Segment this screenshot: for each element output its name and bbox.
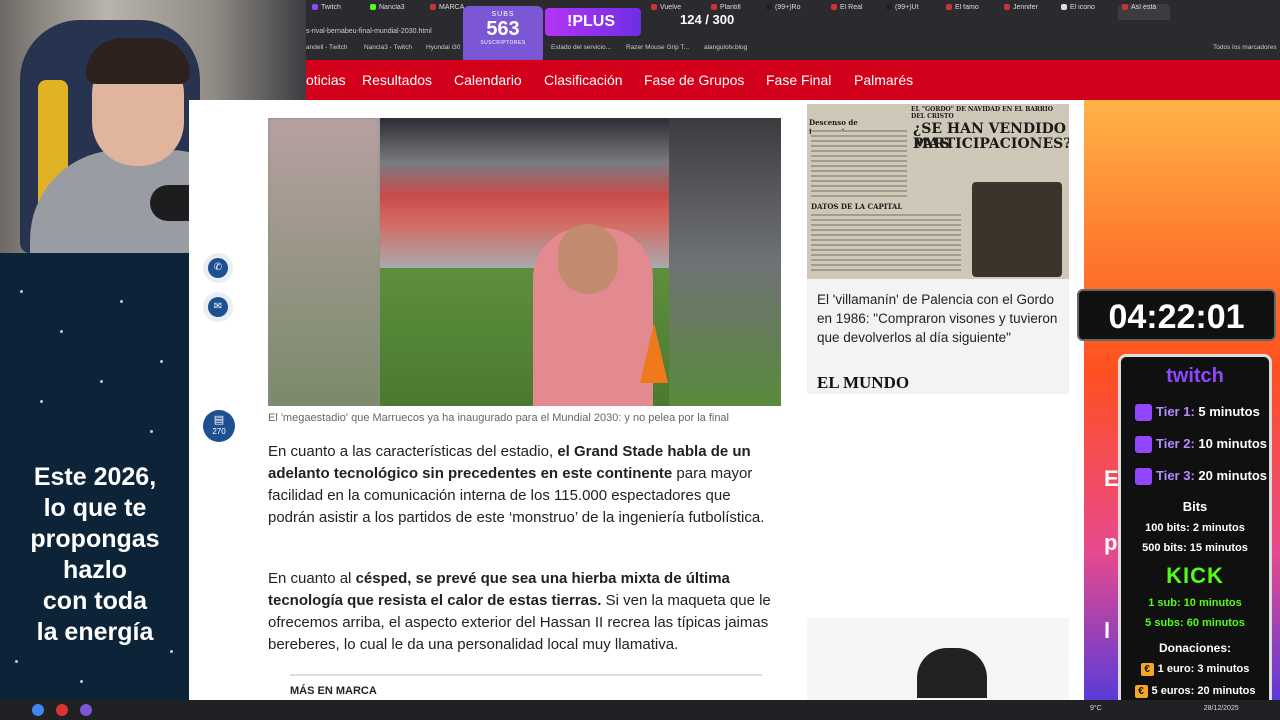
nav-item-fase-final[interactable]: Fase Final bbox=[766, 72, 831, 88]
browser-tab[interactable]: El Real bbox=[831, 4, 876, 20]
bookmark-folder[interactable]: Todos los marcadores bbox=[1213, 44, 1277, 51]
subathon-timer: 04:22:01 bbox=[1077, 289, 1276, 341]
article-hero-image bbox=[268, 118, 781, 406]
browser-tab[interactable]: (99+)Ut bbox=[886, 4, 931, 20]
subs-subtitle: SUSCRIPTORES bbox=[480, 40, 526, 46]
el-mundo-logo: EL MUNDO bbox=[817, 373, 910, 392]
nav-item-palmares[interactable]: Palmarés bbox=[854, 72, 913, 88]
nav-item-calendario[interactable]: Calendario bbox=[454, 72, 522, 88]
browser-tab[interactable]: Jennifer bbox=[1004, 4, 1049, 20]
browser-tab[interactable]: MARCA bbox=[430, 4, 465, 20]
ad-motorcycle[interactable] bbox=[807, 618, 1069, 700]
promo-line: propongas bbox=[30, 525, 160, 553]
promo-line: lo que te bbox=[43, 494, 147, 522]
euro-icon: € bbox=[1140, 663, 1154, 676]
euro-icon: € bbox=[1134, 685, 1148, 698]
share-email-button[interactable]: ✉ bbox=[203, 292, 233, 322]
bookmark[interactable]: Nancla3 - Twitch bbox=[364, 44, 412, 51]
tier-row: Tier 3: 20 minutos bbox=[1135, 468, 1267, 486]
kick-row: 1 sub: 10 minutos bbox=[1148, 597, 1242, 609]
browser-tab[interactable]: Nancla3 bbox=[370, 4, 415, 20]
subs-title: SUBS bbox=[491, 11, 515, 18]
app-icon[interactable] bbox=[56, 704, 68, 716]
mail-icon: ✉ bbox=[208, 297, 228, 317]
bookmark[interactable]: andell - Twitch bbox=[306, 44, 347, 51]
browser-chrome: Twitch Nancla3 MARCA Vuelve Plantill (99… bbox=[306, 0, 1280, 60]
promo-text: Este 2026, lo que te propongas hazlo con… bbox=[20, 462, 170, 648]
right-promo-text: l bbox=[1104, 618, 1111, 643]
system-tray: 9°C 28/12/2025 bbox=[1090, 705, 1239, 712]
browser-tab[interactable]: El icono bbox=[1061, 4, 1106, 20]
address-bar[interactable]: s-rival-bernabeu-final-mundial-2030.html bbox=[306, 24, 1280, 40]
chrome-icon[interactable] bbox=[32, 704, 44, 716]
more-in-marca-heading: MÁS EN MARCA bbox=[290, 674, 762, 697]
promo-line: con toda bbox=[42, 587, 148, 615]
nav-item-noticias[interactable]: oticias bbox=[306, 72, 346, 88]
comments-button[interactable]: ▤ 270 bbox=[203, 410, 235, 442]
promo-line: hazlo bbox=[63, 556, 127, 584]
comment-icon: ▤ bbox=[213, 414, 225, 426]
tier-row: Tier 2: 10 minutos bbox=[1135, 436, 1267, 454]
nav-item-fase-grupos[interactable]: Fase de Grupos bbox=[644, 72, 744, 88]
subs-counter: SUBS 563 SUSCRIPTORES bbox=[463, 6, 543, 64]
image-caption: El 'megaestadio' que Marruecos ya ha ina… bbox=[268, 412, 729, 424]
sub-goal: 124 / 300 bbox=[680, 12, 735, 27]
twitch-logo: twitch bbox=[1166, 365, 1224, 387]
browser-tab-active[interactable]: Así está bbox=[1118, 4, 1170, 20]
kick-logo: KICK bbox=[1166, 563, 1224, 588]
tier-row: Tier 1: 5 minutos bbox=[1135, 404, 1260, 422]
related-story-title[interactable]: El 'villamanín' de Palencia con el Gordo… bbox=[817, 290, 1062, 347]
app-icon[interactable] bbox=[80, 704, 92, 716]
bookmark[interactable]: alangulotv.blog bbox=[704, 44, 747, 51]
os-taskbar bbox=[0, 700, 1280, 720]
donation-row: €1 euro: 3 minutos bbox=[1121, 663, 1269, 676]
donation-row: €5 euros: 20 minutos bbox=[1121, 685, 1269, 698]
browser-tab[interactable]: Twitch bbox=[312, 4, 357, 20]
nav-item-clasificacion[interactable]: Clasificación bbox=[544, 72, 623, 88]
donations-title: Donaciones: bbox=[1158, 641, 1231, 655]
site-nav: oticias Resultados Calendario Clasificac… bbox=[306, 60, 1280, 100]
kick-row: 5 subs: 60 minutos bbox=[1145, 617, 1245, 629]
comments-count: 270 bbox=[212, 427, 226, 436]
bits-row: 100 bits: 2 minutos bbox=[1145, 522, 1245, 534]
date-text: 28/12/2025 bbox=[1203, 705, 1239, 712]
subathon-rules-panel: twitch Tier 1: 5 minutos Tier 2: 10 minu… bbox=[1118, 354, 1272, 710]
nav-item-resultados[interactable]: Resultados bbox=[362, 72, 432, 88]
whatsapp-icon: ✆ bbox=[208, 258, 228, 278]
share-whatsapp-button[interactable]: ✆ bbox=[203, 253, 233, 283]
subs-count: 563 bbox=[486, 18, 520, 40]
right-promo-text: p bbox=[1104, 530, 1118, 555]
plus-badge: !PLUS bbox=[545, 8, 641, 36]
promo-line: la energía bbox=[36, 618, 154, 646]
twitch-icon bbox=[1135, 468, 1152, 486]
browser-tab[interactable]: El famo bbox=[946, 4, 991, 20]
bits-title: Bits bbox=[1182, 499, 1208, 514]
promo-line: Este 2026, bbox=[33, 463, 157, 491]
weather-text: 9°C bbox=[1090, 705, 1102, 712]
browser-tab[interactable]: (99+)Ro bbox=[766, 4, 811, 20]
newspaper-image: EL "GORDO" DE NAVIDAD EN EL BARRIO DEL C… bbox=[807, 104, 1069, 279]
article-paragraph: En cuanto al césped, se prevé que sea un… bbox=[268, 570, 771, 653]
bookmark[interactable]: Estado del servicio... bbox=[551, 44, 611, 51]
bookmark[interactable]: Hyundai i30 bbox=[426, 44, 460, 51]
bits-row: 500 bits: 15 minutos bbox=[1142, 542, 1248, 554]
twitch-icon bbox=[1135, 436, 1152, 454]
bookmarks-bar: andell - Twitch Nancla3 - Twitch Hyundai… bbox=[306, 42, 1280, 58]
article-paragraph: En cuanto a las características del esta… bbox=[268, 443, 765, 526]
twitch-icon bbox=[1135, 404, 1152, 422]
bookmark[interactable]: Razer Mouse Grip T... bbox=[626, 44, 689, 51]
